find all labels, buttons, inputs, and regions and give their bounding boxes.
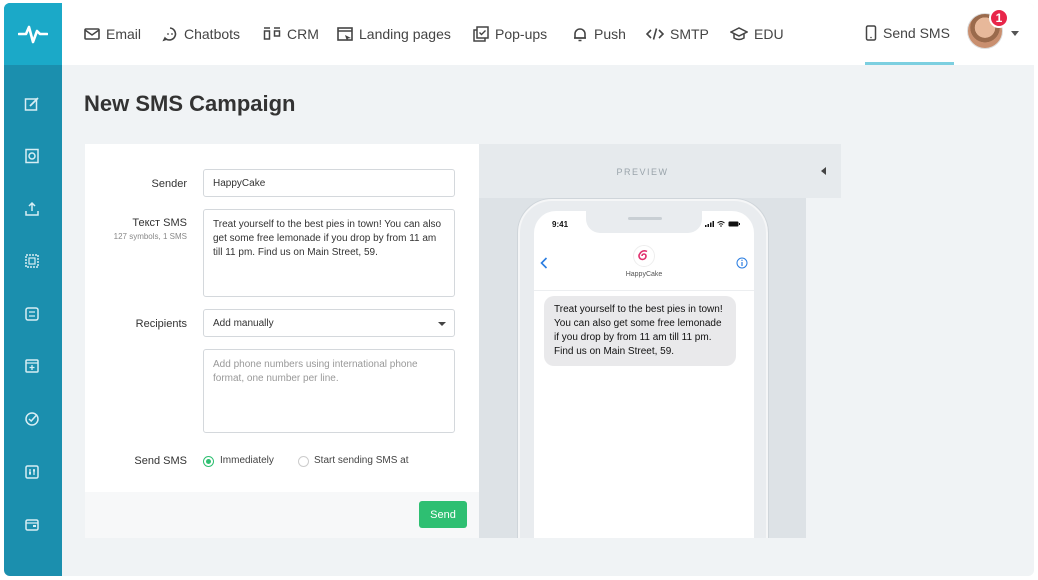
caret-left-icon [820, 167, 826, 175]
preview-label: PREVIEW [616, 167, 669, 177]
code-icon [646, 28, 664, 40]
radio-scheduled-label[interactable]: Start sending SMS at [314, 455, 409, 466]
pulse-logo-icon [18, 25, 48, 44]
back-icon[interactable] [540, 257, 548, 269]
sidebar [4, 3, 62, 576]
mailbox-icon[interactable] [23, 147, 41, 165]
spiral-logo-icon [638, 250, 648, 261]
edit-icon[interactable] [23, 95, 41, 113]
nav-landing-pages[interactable]: Landing pages [337, 3, 451, 65]
nav-chatbots-label: Chatbots [184, 26, 241, 42]
text-label: Текст SMS [132, 217, 187, 229]
nav-landing-pages-label: Landing pages [359, 26, 451, 42]
nav-push[interactable]: Push [572, 3, 626, 65]
chevron-down-icon[interactable] [1011, 31, 1019, 36]
landing-icon [337, 27, 353, 41]
collapse-preview-button[interactable] [806, 144, 841, 198]
sms-text-area[interactable]: Treat yourself to the best pies in town!… [203, 209, 455, 297]
automation-icon[interactable] [23, 305, 41, 323]
wallet-icon[interactable] [23, 516, 41, 534]
crm-icon [263, 27, 281, 40]
envelope-icon [84, 28, 100, 40]
bell-icon [574, 28, 586, 42]
nav-edu-label: EDU [754, 26, 784, 42]
radio-immediately-label[interactable]: Immediately [220, 455, 274, 466]
signal-icon [705, 221, 714, 227]
graduation-cap-icon [730, 27, 748, 41]
symbol-counter: 127 symbols, 1 SMS [113, 232, 187, 241]
nav-push-label: Push [594, 26, 626, 42]
sms-form: Sender HappyCake Текст SMS 127 symbols, … [85, 144, 479, 538]
chat-icon [162, 27, 177, 42]
status-icons [705, 221, 740, 227]
nav-edu[interactable]: EDU [730, 3, 784, 65]
send-button[interactable]: Send [419, 501, 467, 528]
recipients-select-value: Add manually [213, 318, 274, 329]
nav-popups[interactable]: Pop-ups [473, 3, 547, 65]
nav-crm-label: CRM [287, 26, 319, 42]
nav-smtp-label: SMTP [670, 26, 709, 42]
user-menu[interactable]: 1 [967, 8, 1009, 53]
send-sms-label: Send SMS [134, 455, 187, 467]
nav-email-label: Email [106, 26, 142, 42]
message-bubble: Treat yourself to the best pies in town!… [544, 296, 736, 366]
wifi-icon [717, 221, 725, 227]
nav-popups-label: Pop-ups [495, 26, 548, 42]
recipients-label: Recipients [135, 318, 187, 330]
phone-notch [586, 211, 702, 233]
phone-mockup: 9:41 HappyCake Treat yourself to the bes… [518, 199, 768, 538]
contact-name: HappyCake [625, 271, 663, 278]
radio-immediately[interactable] [203, 456, 214, 467]
nav-chatbots[interactable]: Chatbots [162, 3, 240, 65]
info-icon[interactable] [736, 257, 748, 269]
notification-badge: 1 [989, 8, 1009, 28]
status-time: 9:41 [552, 220, 569, 229]
upload-icon[interactable] [23, 200, 41, 218]
page-title: New SMS Campaign [84, 91, 296, 116]
add-page-icon[interactable] [23, 357, 41, 375]
phone-icon [865, 24, 877, 41]
preview-panel: PREVIEW 9:41 HappyCake Treat yourself to… [479, 144, 806, 538]
phone-screen: 9:41 HappyCake Treat yourself to the bes… [534, 211, 754, 538]
check-icon[interactable] [23, 410, 41, 428]
logo[interactable] [4, 3, 62, 65]
contact-logo [633, 245, 655, 267]
sender-label: Sender [151, 178, 187, 190]
sender-input[interactable]: HappyCake [203, 169, 455, 197]
battery-icon [728, 221, 740, 227]
radio-scheduled[interactable] [298, 456, 309, 467]
popup-icon [473, 26, 489, 42]
phone-numbers-input[interactable]: Add phone numbers using international ph… [203, 349, 455, 433]
nav-email[interactable]: Email [84, 3, 141, 65]
nav-smtp[interactable]: SMTP [646, 3, 709, 65]
nav-crm[interactable]: CRM [263, 3, 319, 65]
conversation-header: HappyCake [534, 239, 754, 291]
top-navigation: Email Chatbots CRM Landing pages Pop-ups… [62, 3, 1034, 65]
chevron-down-icon [438, 322, 446, 326]
app-window: Email Chatbots CRM Landing pages Pop-ups… [4, 3, 1034, 576]
nav-send-sms[interactable]: Send SMS [865, 3, 954, 65]
template-icon[interactable] [23, 252, 41, 270]
nav-send-sms-label: Send SMS [883, 24, 950, 41]
settings-sliders-icon[interactable] [23, 463, 41, 481]
recipients-select[interactable]: Add manually [203, 309, 455, 337]
